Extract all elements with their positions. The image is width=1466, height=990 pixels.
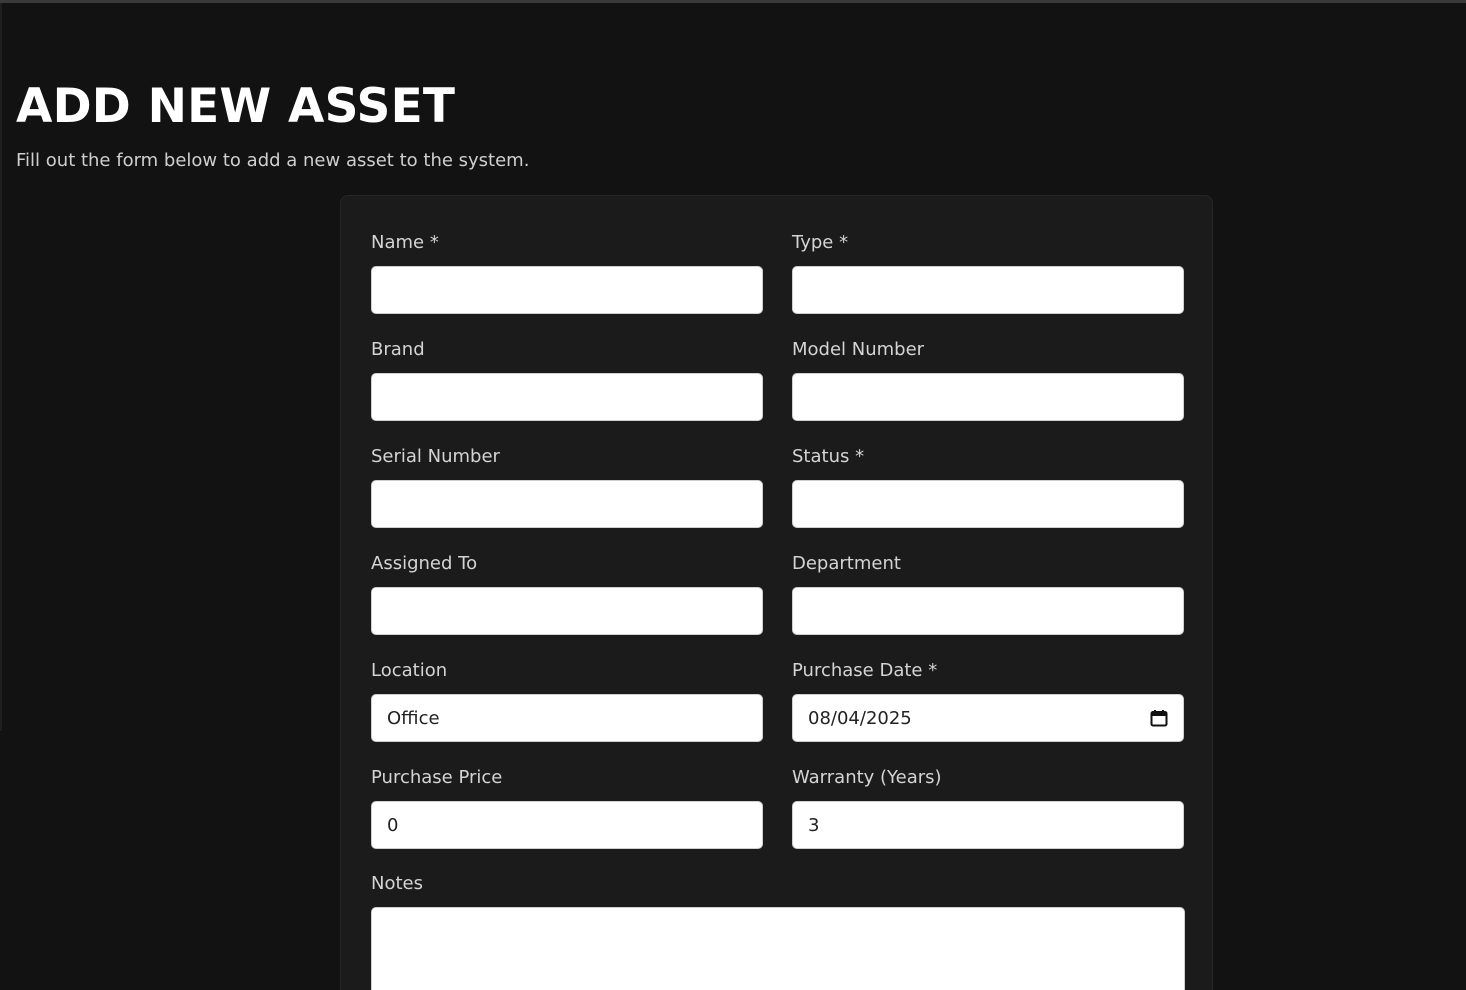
calendar-icon[interactable] — [1150, 709, 1168, 727]
brand-label: Brand — [371, 339, 425, 360]
page: ADD NEW ASSET Fill out the form below to… — [0, 0, 1466, 990]
location-input[interactable]: Office — [371, 694, 763, 742]
department-input[interactable] — [792, 587, 1184, 635]
purchase-date-value: 08/04/2025 — [808, 707, 912, 729]
notes-field: Notes — [371, 872, 1185, 990]
purchase-date-input[interactable]: 08/04/2025 — [792, 694, 1184, 742]
warranty-label: Warranty (Years) — [792, 767, 942, 788]
type-label: Type * — [792, 232, 849, 253]
serial-number-field: Serial Number — [371, 445, 763, 528]
location-value: Office — [387, 707, 440, 729]
notes-label: Notes — [371, 873, 423, 894]
type-field: Type * — [792, 231, 1184, 314]
name-label: Name * — [371, 232, 439, 253]
status-input[interactable] — [792, 480, 1184, 528]
assigned-to-label: Assigned To — [371, 553, 478, 574]
status-field: Status * — [792, 445, 1184, 528]
notes-textarea[interactable] — [371, 907, 1185, 990]
serial-number-input[interactable] — [371, 480, 763, 528]
assigned-to-input[interactable] — [371, 587, 763, 635]
department-label: Department — [792, 553, 901, 574]
window-top-border — [0, 0, 1466, 3]
department-field: Department — [792, 552, 1184, 635]
name-input[interactable] — [371, 266, 763, 314]
location-label: Location — [371, 660, 448, 681]
purchase-price-value: 0 — [387, 814, 399, 836]
page-title: ADD NEW ASSET — [16, 79, 456, 134]
serial-number-label: Serial Number — [371, 446, 500, 467]
window-left-border — [0, 3, 2, 731]
brand-field: Brand — [371, 338, 763, 421]
location-field: Location Office — [371, 659, 763, 742]
page-subtitle: Fill out the form below to add a new ass… — [16, 150, 530, 171]
model-number-input[interactable] — [792, 373, 1184, 421]
assigned-to-field: Assigned To — [371, 552, 763, 635]
purchase-price-label: Purchase Price — [371, 767, 503, 788]
warranty-input[interactable]: 3 — [792, 801, 1184, 849]
asset-form-card: Name * Type * Brand Model Number Serial … — [340, 195, 1213, 990]
purchase-date-label: Purchase Date * — [792, 660, 938, 681]
warranty-value: 3 — [808, 814, 820, 836]
purchase-price-field: Purchase Price 0 — [371, 766, 763, 849]
name-field: Name * — [371, 231, 763, 314]
brand-input[interactable] — [371, 373, 763, 421]
purchase-date-field: Purchase Date * 08/04/2025 — [792, 659, 1184, 742]
warranty-field: Warranty (Years) 3 — [792, 766, 1184, 849]
model-number-field: Model Number — [792, 338, 1184, 421]
purchase-price-input[interactable]: 0 — [371, 801, 763, 849]
type-input[interactable] — [792, 266, 1184, 314]
status-label: Status * — [792, 446, 865, 467]
model-number-label: Model Number — [792, 339, 925, 360]
